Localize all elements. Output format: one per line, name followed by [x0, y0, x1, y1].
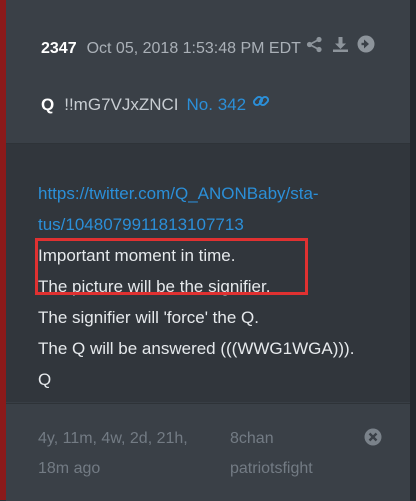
elapsed-time-line-1: 4y, 11m, 4w, 2d, 21h, [38, 430, 188, 447]
author-tripcode: !!mG7VJxZNCI [64, 94, 179, 114]
message-line: The Q will be answered (((WWG1WGA))). [38, 339, 355, 358]
message-line: The signifier will 'force' the Q. [38, 308, 259, 327]
arrow-right-circle-icon[interactable] [356, 34, 376, 54]
post-actions [304, 34, 376, 54]
tweet-link-line-1: https://twitter.com/Q_ANONBaby/sta- [38, 184, 319, 203]
download-icon[interactable] [330, 34, 350, 54]
post-meta: 2347 Oct 05, 2018 1:53:48 PM EDT [41, 35, 301, 63]
author-name: Q [41, 94, 55, 114]
link-icon[interactable] [252, 92, 270, 117]
board-source-line-1: 8chan [230, 430, 274, 447]
tweet-link[interactable]: https://twitter.com/Q_ANONBaby/sta- tus/… [38, 178, 388, 240]
post-card: 2347 Oct 05, 2018 1:53:48 PM EDT Q !!mG7… [0, 0, 416, 501]
post-reference-link[interactable]: No. 342 [187, 93, 247, 117]
post-number: 2347 [41, 40, 77, 57]
red-highlight-box [35, 238, 308, 295]
post-header: 2347 Oct 05, 2018 1:53:48 PM EDT Q !!mG7… [6, 0, 410, 144]
message-line: Q [38, 370, 52, 389]
post-author-line: Q !!mG7VJxZNCI No. 342 [41, 92, 270, 117]
share-icon[interactable] [304, 34, 324, 54]
post-timestamp: Oct 05, 2018 1:53:48 PM EDT [86, 40, 301, 57]
post-footer: 4y, 11m, 4w, 2d, 21h, 18m ago 8chan patr… [6, 403, 410, 501]
elapsed-time-line-2: 18m ago [38, 460, 101, 477]
tweet-link-line-2: tus/1048079911813107713 [38, 215, 244, 234]
elapsed-time: 4y, 11m, 4w, 2d, 21h, 18m ago [38, 424, 228, 484]
post-body: https://twitter.com/Q_ANONBaby/sta- tus/… [6, 144, 410, 402]
board-source-line-2: patriotsfight [230, 460, 313, 477]
board-source: 8chan patriotsfight [230, 424, 350, 484]
card-right-edge [410, 0, 416, 500]
close-circle-icon[interactable] [364, 428, 384, 448]
